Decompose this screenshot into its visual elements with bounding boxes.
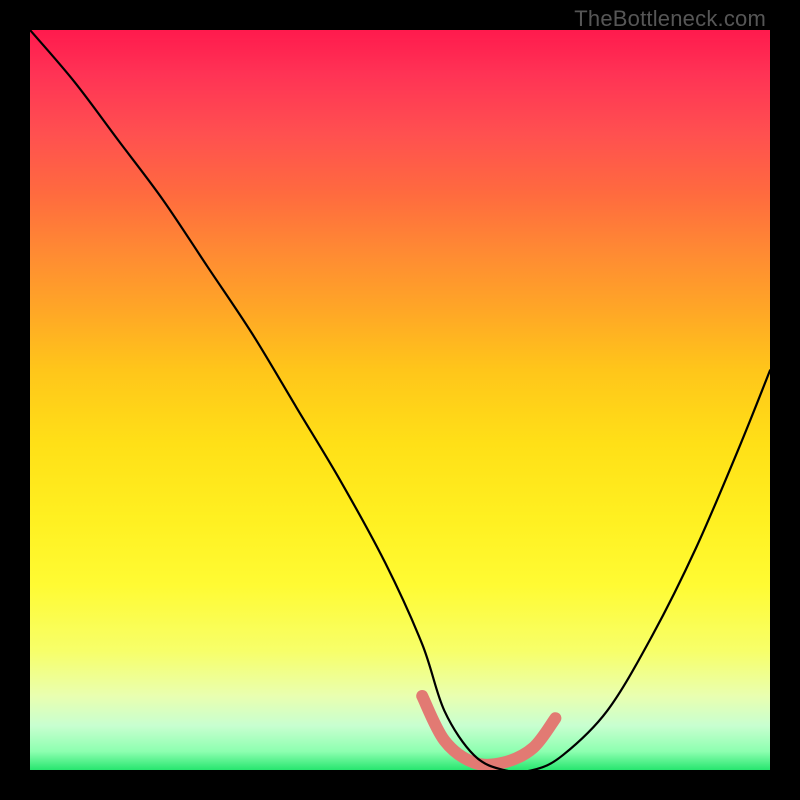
chart-svg xyxy=(30,30,770,770)
plot-area xyxy=(30,30,770,770)
chart-frame: TheBottleneck.com xyxy=(0,0,800,800)
watermark-text: TheBottleneck.com xyxy=(574,6,766,32)
bottleneck-curve xyxy=(30,30,770,770)
